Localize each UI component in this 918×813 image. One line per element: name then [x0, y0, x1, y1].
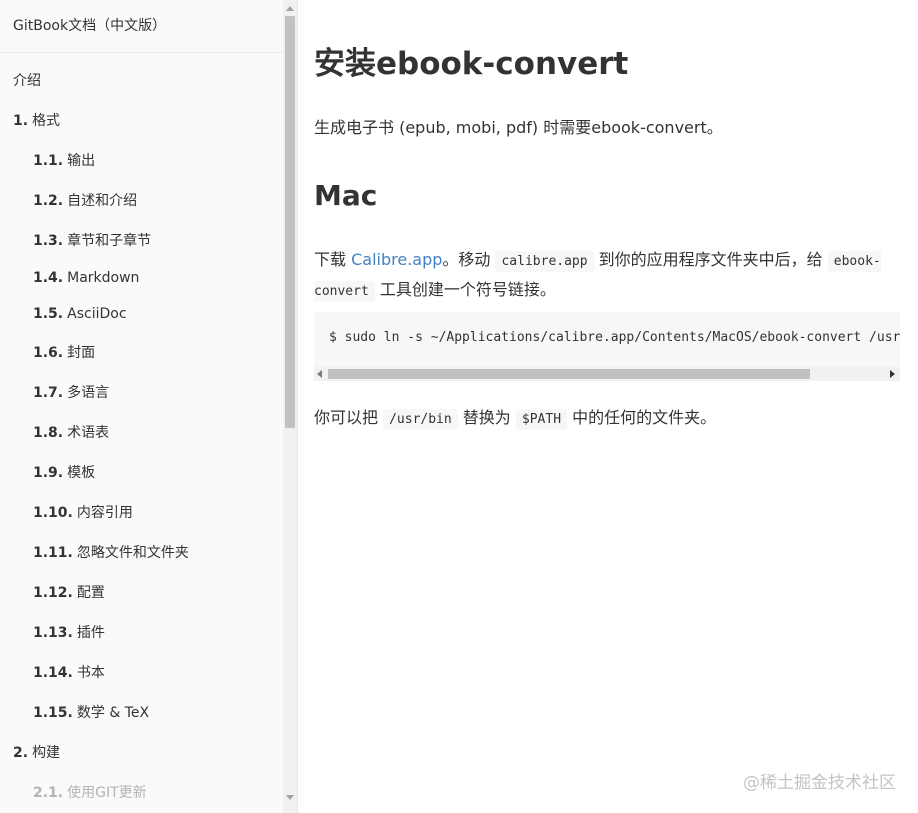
- paragraph-text: 到你的应用程序文件夹中后，给: [593, 250, 828, 269]
- paragraph-text: 替换为: [457, 408, 516, 427]
- toc-item-ignoring-files[interactable]: 1.11. 忽略文件和文件夹: [0, 543, 282, 563]
- inline-code-usr-bin: /usr/bin: [383, 409, 458, 430]
- page-title: 安装ebook-convert: [314, 46, 629, 82]
- toc-item-number: 1.6.: [33, 345, 64, 361]
- toc-item-label: 自述和介绍: [67, 193, 138, 209]
- paragraph-text: 工具创建一个符号链接。: [374, 280, 556, 299]
- calibre-app-link[interactable]: Calibre.app: [351, 250, 442, 269]
- toc-item-number: 1.5.: [33, 306, 64, 322]
- toc-item-number: 1.2.: [33, 193, 64, 209]
- toc-item-label: 构建: [32, 745, 61, 761]
- page-content: 安装ebook-convert 生成电子书 (epub, mobi, pdf) …: [298, 0, 918, 813]
- toc-item-label: 模板: [67, 465, 96, 481]
- sidebar-scrollbar[interactable]: [283, 0, 297, 813]
- toc-item-number: 1.13.: [33, 625, 73, 641]
- toc-item-glossary[interactable]: 1.8. 术语表: [0, 423, 282, 443]
- toc-item-formats[interactable]: 1. 格式: [0, 111, 282, 131]
- toc-item-number: 1.4.: [33, 270, 64, 286]
- toc-item-number: 1.: [13, 113, 29, 129]
- toc-item-number: 1.1.: [33, 153, 64, 169]
- toc-item-number: 1.10.: [33, 505, 73, 521]
- toc-item-label: 格式: [32, 113, 61, 129]
- toc-item-configuration[interactable]: 1.12. 配置: [0, 583, 282, 603]
- code-block: $ sudo ln -s ~/Applications/calibre.app/…: [314, 312, 900, 381]
- section-heading-mac: Mac: [314, 179, 378, 212]
- sidebar: GitBook文档（中文版） 介绍 1. 格式 1.1. 输出 1.2. 自述和介绍 …: [0, 0, 298, 813]
- path-note-paragraph: 你可以把 /usr/bin 替换为 $PATH 中的任何的文件夹。: [314, 404, 717, 430]
- toc-item-intro[interactable]: 介绍: [0, 71, 282, 91]
- scroll-right-arrow-icon[interactable]: [890, 370, 895, 378]
- toc-item-content-references[interactable]: 1.10. 内容引用: [0, 503, 282, 523]
- paragraph-text: 。移动: [442, 250, 496, 269]
- toc-item-book[interactable]: 1.14. 书本: [0, 663, 282, 683]
- toc-item-build[interactable]: 2. 构建: [0, 743, 282, 763]
- paragraph-text: 下载: [314, 250, 352, 269]
- scroll-down-arrow-icon[interactable]: [286, 795, 294, 800]
- toc-item-output[interactable]: 1.1. 输出: [0, 151, 282, 171]
- toc-item-label: Markdown: [67, 270, 140, 286]
- toc-item-git-update[interactable]: 2.1. 使用GIT更新: [0, 783, 282, 803]
- inline-code-calibre-app: calibre.app: [495, 251, 594, 272]
- toc-item-label: 多语言: [67, 385, 110, 401]
- toc-item-number: 2.: [13, 745, 29, 761]
- book-title[interactable]: GitBook文档（中文版）: [0, 0, 297, 53]
- toc-item-templating[interactable]: 1.9. 模板: [0, 463, 282, 483]
- toc-item-label: 介绍: [13, 73, 41, 89]
- toc-item-label: 术语表: [67, 425, 110, 441]
- toc-item-label: 书本: [76, 665, 105, 681]
- toc-item-label: 配置: [76, 585, 105, 601]
- toc-item-math-tex[interactable]: 1.15. 数学 & TeX: [0, 703, 282, 723]
- toc-item-label: 插件: [76, 625, 105, 641]
- toc-item-number: 1.14.: [33, 665, 73, 681]
- toc-item-markdown[interactable]: 1.4. Markdown: [0, 268, 282, 288]
- code-block-scrollbar-thumb[interactable]: [328, 369, 810, 379]
- paragraph-text: 中的任何的文件夹。: [567, 408, 717, 427]
- toc-item-number: 2.1.: [33, 785, 64, 801]
- toc-item-number: 1.3.: [33, 233, 64, 249]
- toc-item-label: 内容引用: [76, 505, 133, 521]
- toc-item-label: 忽略文件和文件夹: [76, 545, 189, 561]
- watermark: @稀土掘金技术社区: [743, 773, 896, 793]
- toc-item-plugins[interactable]: 1.13. 插件: [0, 623, 282, 643]
- toc-item-number: 1.11.: [33, 545, 73, 561]
- toc-item-number: 1.12.: [33, 585, 73, 601]
- toc-item-number: 1.9.: [33, 465, 64, 481]
- toc-item-label: 使用GIT更新: [67, 785, 147, 801]
- toc-item-number: 1.8.: [33, 425, 64, 441]
- toc-item-label: 封面: [67, 345, 96, 361]
- toc-item-chapters[interactable]: 1.3. 章节和子章节: [0, 231, 282, 251]
- toc-item-label: 数学 & TeX: [76, 705, 150, 721]
- toc-item-label: 输出: [67, 153, 96, 169]
- sidebar-scrollbar-thumb[interactable]: [285, 16, 295, 428]
- scroll-left-arrow-icon[interactable]: [317, 370, 322, 378]
- inline-code-path: $PATH: [515, 409, 568, 430]
- toc-item-readme[interactable]: 1.2. 自述和介绍: [0, 191, 282, 211]
- scroll-up-arrow-icon[interactable]: [286, 6, 294, 11]
- toc-item-cover[interactable]: 1.6. 封面: [0, 343, 282, 363]
- toc-item-number: 1.7.: [33, 385, 64, 401]
- mac-instructions-paragraph: 下载 Calibre.app。移动 calibre.app 到你的应用程序文件夹…: [314, 246, 904, 306]
- code-block-scrollbar[interactable]: [314, 367, 900, 381]
- toc-item-label: 章节和子章节: [67, 233, 152, 249]
- toc-item-asciidoc[interactable]: 1.5. AsciiDoc: [0, 304, 282, 324]
- code-block-text: $ sudo ln -s ~/Applications/calibre.app/…: [329, 330, 900, 345]
- toc-item-number: 1.15.: [33, 705, 73, 721]
- intro-paragraph: 生成电子书 (epub, mobi, pdf) 时需要ebook-convert…: [314, 118, 723, 137]
- paragraph-text: 你可以把: [314, 408, 384, 427]
- toc-item-languages[interactable]: 1.7. 多语言: [0, 383, 282, 403]
- toc-item-label: AsciiDoc: [67, 306, 127, 322]
